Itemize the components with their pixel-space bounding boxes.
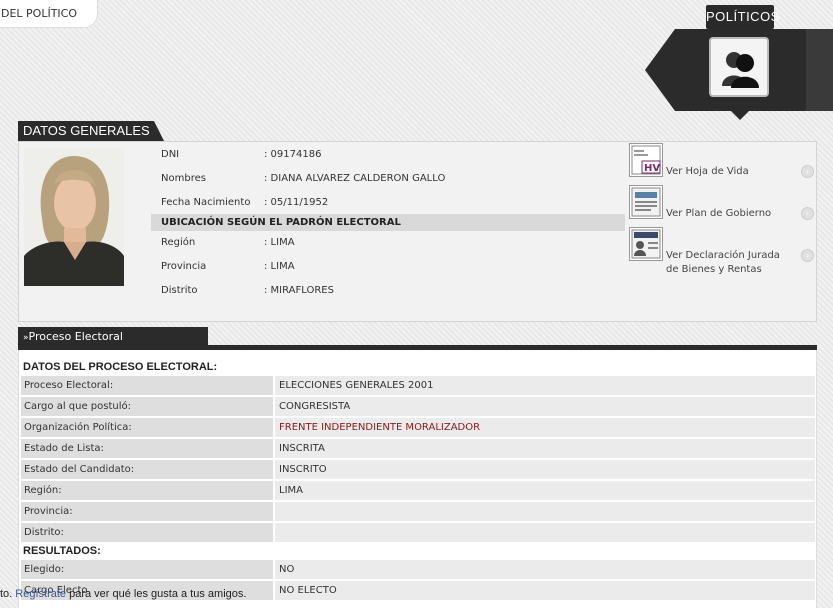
- top-tab[interactable]: DEL POLÍTICO: [0, 0, 98, 28]
- table-row: Provincia:: [21, 502, 815, 521]
- svg-text:HV: HV: [644, 163, 660, 174]
- row-label: Elegido:: [21, 560, 273, 579]
- row-label: Proceso Electoral:: [21, 376, 273, 395]
- row-label: Estado del Candidato:: [21, 460, 273, 479]
- ver-hoja-de-vida-label[interactable]: Ver Hoja de Vida: [666, 143, 749, 179]
- plan-document-icon: [629, 185, 663, 219]
- row-label: Región:: [21, 481, 273, 500]
- politicos-banner-shade: [806, 29, 833, 111]
- register-link[interactable]: Regístrate: [15, 588, 66, 600]
- hv-document-icon: HV: [629, 143, 663, 177]
- ver-plan-de-gobierno-label[interactable]: Ver Plan de Gobierno: [666, 185, 771, 221]
- row-value: ELECCIONES GENERALES 2001: [275, 376, 815, 395]
- table-row: Elegido: NO: [21, 560, 815, 579]
- chevron-right-icon[interactable]: ›: [801, 165, 814, 178]
- ver-declaracion-jurada-link[interactable]: Ver Declaración Jurada de Bienes y Renta…: [629, 227, 794, 277]
- proceso-electoral-title-text: Proceso Electoral: [28, 330, 123, 343]
- row-label: Cargo al que postuló:: [21, 397, 273, 416]
- fecha-nacimiento-value: : 05/11/1952: [264, 197, 329, 208]
- footer-suffix: para ver qué les gusta a tus amigos.: [66, 588, 247, 600]
- ver-hoja-de-vida-link[interactable]: HV Ver Hoja de Vida: [629, 143, 749, 179]
- row-value: [275, 523, 815, 542]
- fecha-nacimiento-label: Fecha Nacimiento: [161, 197, 251, 208]
- section-title-corner: [154, 121, 164, 141]
- provincia-value: : LIMA: [264, 261, 295, 272]
- ubicacion-heading: UBICACIÓN SEGÚN EL PADRÓN ELECTORAL: [151, 214, 625, 231]
- table-row: Cargo al que postuló: CONGRESISTA: [21, 397, 815, 416]
- datos-generales-title: DATOS GENERALES: [18, 121, 154, 141]
- table-row: Proceso Electoral: ELECCIONES GENERALES …: [21, 376, 815, 395]
- row-label: Provincia:: [21, 502, 273, 521]
- table-row: Estado de Lista: INSCRITA: [21, 439, 815, 458]
- organizacion-politica-link[interactable]: FRENTE INDEPENDIENTE MORALIZADOR: [275, 418, 815, 437]
- datos-proceso-heading: DATOS DEL PROCESO ELECTORAL:: [23, 361, 218, 373]
- row-value: NO ELECTO: [275, 581, 815, 600]
- distrito-value: : MIRAFLORES: [264, 285, 334, 296]
- nombres-label: Nombres: [161, 173, 206, 184]
- chevron-right-icon[interactable]: ›: [801, 207, 814, 220]
- row-label: Organización Política:: [21, 418, 273, 437]
- ver-plan-de-gobierno-link[interactable]: Ver Plan de Gobierno: [629, 185, 771, 221]
- politicos-pointer: [731, 111, 749, 120]
- dni-label: DNI: [161, 149, 180, 160]
- row-value: [275, 502, 815, 521]
- footer-prefix: to.: [0, 588, 16, 600]
- table-row: Organización Política: FRENTE INDEPENDIE…: [21, 418, 815, 437]
- proceso-electoral-title: »Proceso Electoral: [18, 327, 208, 347]
- row-label: Estado de Lista:: [21, 439, 273, 458]
- row-label: Distrito:: [21, 523, 273, 542]
- chevron-right-icon[interactable]: ›: [801, 249, 814, 262]
- row-value: LIMA: [275, 481, 815, 500]
- row-value: INSCRITO: [275, 460, 815, 479]
- row-value: INSCRITA: [275, 439, 815, 458]
- row-value: CONGRESISTA: [275, 397, 815, 416]
- declaration-document-icon: [629, 227, 663, 261]
- candidate-photo: [24, 148, 124, 286]
- table-row: Estado del Candidato: INSCRITO: [21, 460, 815, 479]
- region-label: Región: [161, 237, 196, 248]
- resultados-heading: RESULTADOS:: [23, 545, 101, 557]
- row-value: NO: [275, 560, 815, 579]
- facebook-social-text: to. Regístrate para ver qué les gusta a …: [0, 588, 246, 600]
- region-value: : LIMA: [264, 237, 295, 248]
- ver-declaracion-jurada-label[interactable]: Ver Declaración Jurada de Bienes y Renta…: [666, 227, 794, 277]
- provincia-label: Provincia: [161, 261, 207, 272]
- people-silhouette-icon[interactable]: [709, 37, 769, 97]
- politicos-label[interactable]: POLÍTICOS: [706, 5, 779, 29]
- nombres-value: : DIANA ALVAREZ CALDERON GALLO: [264, 173, 446, 184]
- dni-value: : 09174186: [264, 149, 322, 160]
- top-tab-label: DEL POLÍTICO: [1, 7, 78, 20]
- table-row: Distrito:: [21, 523, 815, 542]
- distrito-label: Distrito: [161, 285, 198, 296]
- table-row: Región: LIMA: [21, 481, 815, 500]
